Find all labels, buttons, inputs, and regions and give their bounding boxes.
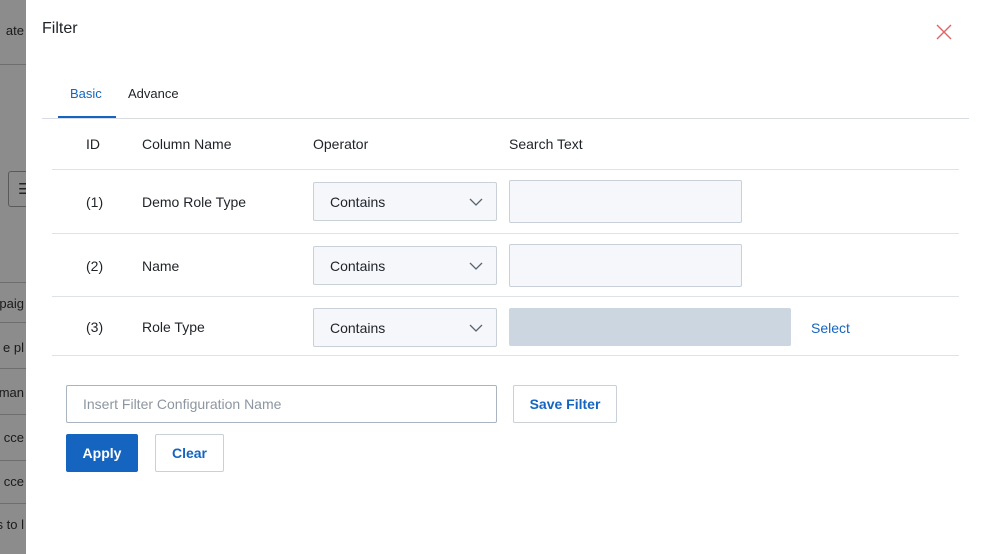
row-1-operator-select[interactable]: Contains (313, 182, 497, 221)
background-divider (0, 368, 26, 369)
row-3-column-name: Role Type (142, 319, 205, 335)
header-operator: Operator (313, 136, 369, 152)
row-2-operator-select[interactable]: Contains (313, 246, 497, 285)
row-divider (52, 355, 959, 356)
filter-modal: Filter Basic Advance ID Column Name Oper… (26, 0, 987, 554)
apply-button[interactable]: Apply (66, 434, 138, 472)
active-tab-indicator (58, 116, 116, 118)
header-search-text: Search Text (509, 136, 583, 152)
row-divider (52, 169, 959, 170)
header-id: ID (86, 136, 100, 152)
row-1-id: (1) (86, 194, 104, 210)
background-text: e pl (3, 340, 24, 355)
background-text: cce (3, 474, 24, 489)
row-2-column-name: Name (142, 258, 180, 274)
tab-basic[interactable]: Basic (70, 86, 102, 101)
clear-button[interactable]: Clear (155, 434, 224, 472)
row-1-column-name: Demo Role Type (142, 194, 247, 210)
save-filter-button[interactable]: Save Filter (513, 385, 617, 423)
modal-title: Filter (42, 20, 78, 37)
row-3-search-input (509, 308, 791, 346)
row-1-search-input[interactable] (509, 180, 742, 223)
background-text: s to l (0, 517, 24, 532)
background-divider (0, 460, 26, 461)
tab-advance[interactable]: Advance (128, 86, 179, 101)
row-divider (52, 233, 959, 234)
background-text: ate (5, 23, 24, 38)
chevron-down-icon (469, 198, 483, 206)
header-column-name: Column Name (142, 136, 232, 152)
row-3-operator-value: Contains (330, 320, 386, 336)
filter-tabs: Basic Advance (42, 76, 969, 119)
row-1-operator-value: Contains (330, 194, 386, 210)
row-divider (52, 296, 959, 297)
row-2-id: (2) (86, 258, 104, 274)
row-3-operator-select[interactable]: Contains (313, 308, 497, 347)
background-divider (0, 503, 26, 504)
row-2-operator-value: Contains (330, 258, 386, 274)
background-divider (0, 414, 26, 415)
close-button[interactable] (934, 22, 954, 42)
chevron-down-icon (469, 324, 483, 332)
background-text: man (0, 385, 24, 400)
background-divider (0, 282, 26, 283)
filter-config-name-input[interactable] (66, 385, 497, 423)
close-icon (936, 24, 952, 40)
background-menu-button: ☰ (8, 171, 26, 207)
background-text: paig (0, 296, 24, 311)
row-2-search-input[interactable] (509, 244, 742, 287)
background-page: ate ☰ paig e pl man cce cce s to l (0, 0, 26, 554)
background-text: cce (3, 430, 24, 445)
chevron-down-icon (469, 262, 483, 270)
menu-icon: ☰ (18, 181, 26, 198)
row-3-select-link[interactable]: Select (811, 320, 850, 336)
background-divider (0, 322, 26, 323)
background-divider (0, 64, 26, 65)
row-3-id: (3) (86, 319, 104, 335)
